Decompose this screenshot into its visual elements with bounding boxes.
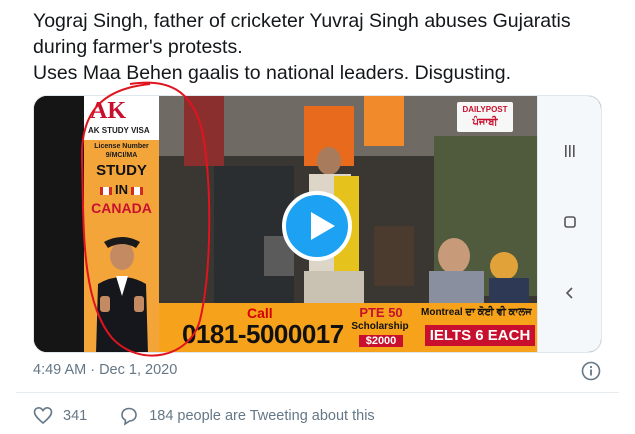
scholarship-amount: $2000 bbox=[359, 335, 403, 347]
ak-subtitle: AK STUDY VISA bbox=[88, 126, 150, 135]
ad-banner: Call 0181-5000017 PTE 50 Scholarship $20… bbox=[159, 303, 539, 352]
menu-icon[interactable] bbox=[538, 131, 601, 171]
tweet-timestamp[interactable]: 4:49 AM · Dec 1, 2020 bbox=[33, 362, 177, 378]
play-icon[interactable] bbox=[282, 191, 352, 261]
heart-icon[interactable] bbox=[33, 406, 53, 426]
embedded-video[interactable]: AK AK STUDY VISA License Number 9/MCI/MA… bbox=[33, 95, 602, 353]
video-frame[interactable]: AK AK STUDY VISA License Number 9/MCI/MA… bbox=[34, 96, 539, 352]
divider bbox=[16, 392, 619, 393]
chat-bubble-icon[interactable] bbox=[119, 406, 139, 426]
tweet-line-2: during farmer's protests. bbox=[33, 36, 243, 58]
tweeting-about-link[interactable]: 184 people are Tweeting about this bbox=[149, 408, 374, 424]
scholarship-label: Scholarship bbox=[351, 321, 409, 332]
ad-panel: AK AK STUDY VISA License Number 9/MCI/MA… bbox=[84, 96, 159, 352]
canada-flag-icon bbox=[100, 186, 112, 195]
pte-label: PTE 50 bbox=[359, 305, 403, 320]
tweet-line-1: Yograj Singh, father of cricketer Yuvraj… bbox=[33, 10, 571, 32]
study-text: STUDY bbox=[96, 162, 147, 179]
in-row: IN bbox=[84, 182, 159, 197]
ielts-label: IELTS 6 EACH bbox=[425, 325, 535, 346]
dailypost-watermark: DAILYPOST ਪੰਜਾਬੀ bbox=[457, 102, 513, 132]
canada-text: CANADA bbox=[91, 200, 152, 216]
info-icon[interactable] bbox=[581, 361, 601, 381]
ad-person-image bbox=[96, 237, 148, 352]
like-count[interactable]: 341 bbox=[63, 408, 87, 424]
android-nav-panel bbox=[537, 96, 601, 352]
home-icon[interactable] bbox=[538, 202, 601, 242]
watermark-script: ਪੰਜਾਬੀ bbox=[472, 117, 498, 128]
ad-logo-area: AK AK STUDY VISA bbox=[84, 96, 159, 140]
montreal-text: Montreal ਦਾ ਕੋਈ ਵੀ ਕਾਲਜ bbox=[421, 307, 532, 318]
tweet-text: Yograj Singh, father of cricketer Yuvraj… bbox=[33, 8, 613, 86]
back-icon[interactable] bbox=[538, 273, 601, 313]
ak-logo: AK bbox=[90, 98, 126, 124]
tweet-line-3: Uses Maa Behen gaalis to national leader… bbox=[33, 62, 512, 84]
tweet-actions: 341 184 people are Tweeting about this bbox=[33, 405, 375, 427]
canada-flag-icon bbox=[131, 186, 143, 195]
in-text: IN bbox=[115, 182, 128, 197]
phone-number: 0181-5000017 bbox=[182, 319, 344, 349]
license-text: License Number 9/MCI/MA bbox=[94, 143, 149, 159]
watermark-brand: DAILYPOST bbox=[462, 105, 508, 114]
